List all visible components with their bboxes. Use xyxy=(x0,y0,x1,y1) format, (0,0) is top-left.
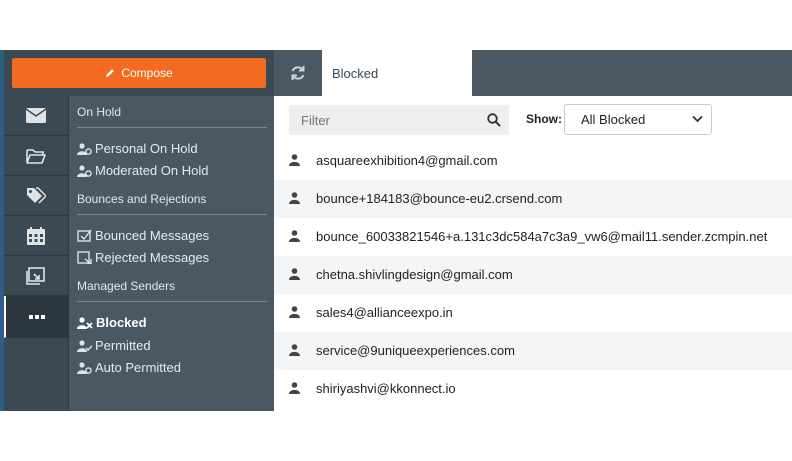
menu-item-moderated-on-hold[interactable]: Moderated On Hold xyxy=(77,163,208,178)
user-icon xyxy=(289,344,300,356)
sender-address: bounce+184183@bounce-eu2.crsend.com xyxy=(316,191,563,206)
folder-open-icon xyxy=(26,148,46,164)
calendar-icon xyxy=(27,226,45,245)
tab-label: Blocked xyxy=(332,65,379,81)
submenu-panel: On Hold Personal On Hold Moderated On Ho… xyxy=(68,96,274,411)
compose-area: Compose xyxy=(4,50,274,96)
menu-item-permitted[interactable]: Permitted xyxy=(77,338,151,353)
sender-list: asquareexhibition4@gmail.com bounce+1841… xyxy=(274,142,792,408)
tags-icon xyxy=(27,187,46,204)
user-icon xyxy=(289,230,300,242)
ellipsis-icon xyxy=(29,314,45,319)
compose-label: Compose xyxy=(121,66,173,80)
sender-address: chetna.shivlingdesign@gmail.com xyxy=(316,267,513,282)
rail-item-tasks[interactable] xyxy=(4,256,68,296)
user-gear-icon xyxy=(77,142,92,155)
search-icon[interactable] xyxy=(487,113,501,127)
menu-item-auto-permitted[interactable]: Auto Permitted xyxy=(77,360,181,375)
envelope-icon xyxy=(26,108,46,123)
refresh-button[interactable] xyxy=(274,50,322,96)
list-item[interactable]: bounce+184183@bounce-eu2.crsend.com xyxy=(274,180,792,218)
menu-item-label: Personal On Hold xyxy=(95,141,198,156)
task-icon xyxy=(26,266,45,285)
section-title-on-hold: On Hold xyxy=(77,105,122,119)
divider xyxy=(77,214,267,215)
sender-address: service@9uniqueexperiences.com xyxy=(316,343,515,358)
menu-item-label: Auto Permitted xyxy=(95,360,181,375)
list-item[interactable]: sales4@allianceexpo.in xyxy=(274,294,792,332)
rail-item-more[interactable] xyxy=(4,296,68,338)
show-select[interactable]: All Blocked xyxy=(564,104,712,135)
menu-item-label: Rejected Messages xyxy=(95,250,210,265)
menu-item-label: Permitted xyxy=(95,338,151,353)
user-icon xyxy=(289,306,300,318)
menu-item-personal-on-hold[interactable]: Personal On Hold xyxy=(77,141,198,156)
rail-item-folders[interactable] xyxy=(4,136,68,176)
icon-rail xyxy=(4,96,68,411)
rail-item-tags[interactable] xyxy=(4,176,68,216)
user-gear-icon xyxy=(77,361,92,374)
main-panel: Blocked Show: All Blocked a xyxy=(274,50,792,411)
reject-icon xyxy=(77,251,92,264)
user-icon xyxy=(289,154,300,166)
user-icon xyxy=(289,268,300,280)
refresh-icon xyxy=(291,66,305,80)
user-block-icon xyxy=(77,316,93,329)
sender-address: sales4@allianceexpo.in xyxy=(316,305,453,320)
list-toolbar: Show: All Blocked xyxy=(274,96,792,142)
section-title-managed-senders: Managed Senders xyxy=(77,279,176,293)
menu-item-rejected-messages[interactable]: Rejected Messages xyxy=(77,250,209,265)
rail-item-mail[interactable] xyxy=(4,96,68,136)
user-icon xyxy=(289,382,300,394)
sender-address: asquareexhibition4@gmail.com xyxy=(316,153,498,168)
list-item[interactable]: service@9uniqueexperiences.com xyxy=(274,332,792,370)
sidebar: Compose On Hold Personal On Hold Moderat… xyxy=(4,50,274,411)
compose-button[interactable]: Compose xyxy=(12,58,266,88)
list-item[interactable]: chetna.shivlingdesign@gmail.com xyxy=(274,256,792,294)
menu-item-blocked[interactable]: Blocked xyxy=(77,315,147,330)
pencil-icon xyxy=(106,69,115,77)
user-icon xyxy=(289,192,300,204)
filter-box xyxy=(289,105,509,135)
top-bar: Blocked xyxy=(274,50,792,96)
list-item[interactable]: bounce_60033821546+a.131c3dc584a7c3a9_vw… xyxy=(274,218,792,256)
list-item[interactable]: shiriyashvi@kkonnect.io xyxy=(274,370,792,408)
show-label: Show: xyxy=(526,112,562,126)
sender-address: shiriyashvi@kkonnect.io xyxy=(316,381,456,396)
menu-item-bounced-messages[interactable]: Bounced Messages xyxy=(77,228,209,243)
user-gear-icon xyxy=(77,164,92,177)
chevron-down-icon xyxy=(692,115,703,123)
divider xyxy=(77,301,267,302)
menu-item-label: Bounced Messages xyxy=(95,228,210,243)
list-item[interactable]: asquareexhibition4@gmail.com xyxy=(274,142,792,180)
section-title-bounces: Bounces and Rejections xyxy=(77,192,207,206)
app-frame: Compose On Hold Personal On Hold Moderat… xyxy=(0,50,792,411)
bounce-icon xyxy=(77,229,92,242)
menu-item-label: Blocked xyxy=(96,315,147,330)
show-selected-value: All Blocked xyxy=(581,112,646,127)
divider xyxy=(77,127,267,128)
tab-blocked[interactable]: Blocked xyxy=(322,50,472,96)
user-check-icon xyxy=(77,339,92,352)
sender-address: bounce_60033821546+a.131c3dc584a7c3a9_vw… xyxy=(316,229,768,244)
filter-input[interactable] xyxy=(289,105,479,135)
menu-item-label: Moderated On Hold xyxy=(95,163,209,178)
rail-item-calendar[interactable] xyxy=(4,216,68,256)
